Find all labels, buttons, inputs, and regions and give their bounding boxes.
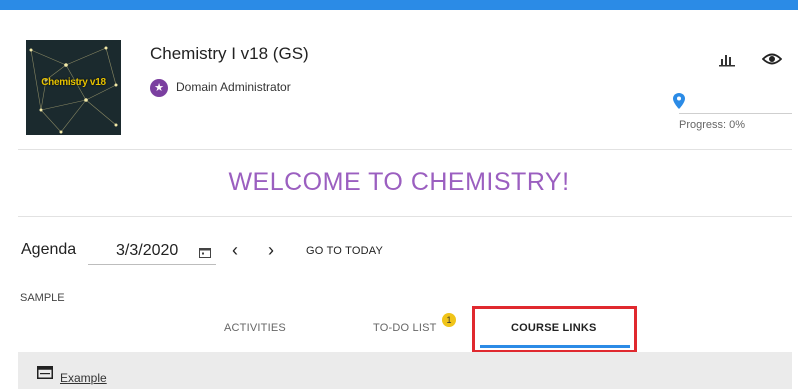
star-icon: ★ <box>150 79 168 97</box>
course-thumbnail: Chemistry v18 <box>26 40 121 135</box>
example-link[interactable]: Example <box>60 371 107 385</box>
agenda-date-field[interactable]: 3/3/2020 <box>88 240 216 265</box>
welcome-heading: WELCOME TO CHEMISTRY! <box>228 168 570 196</box>
progress-label: Progress: 0% <box>679 119 746 131</box>
welcome-divider <box>18 216 792 217</box>
tab-activities[interactable]: ACTIVITIES <box>224 322 286 334</box>
agenda-label: Agenda <box>21 241 77 258</box>
progress-bar <box>679 113 792 114</box>
tab-todo-list[interactable]: TO-DO LIST <box>373 322 437 334</box>
sample-label: SAMPLE <box>20 292 65 304</box>
location-pin-icon <box>673 93 685 109</box>
calendar-icon[interactable] <box>199 247 211 258</box>
todo-count-badge: 1 <box>442 313 456 327</box>
top-accent-bar <box>0 0 798 10</box>
header-divider <box>18 149 792 150</box>
agenda-date-value: 3/3/2020 <box>116 242 179 259</box>
previous-day-button[interactable]: ‹ <box>232 240 238 261</box>
next-day-button[interactable]: › <box>268 240 274 261</box>
go-to-today-button[interactable]: GO TO TODAY <box>306 245 383 257</box>
course-links-panel <box>18 352 792 389</box>
highlight-annotation-box <box>472 306 637 353</box>
link-window-icon <box>37 366 53 379</box>
stats-icon[interactable] <box>719 53 735 67</box>
thumbnail-text: Chemistry v18 <box>41 77 106 88</box>
role-label: Domain Administrator <box>176 80 291 94</box>
eye-icon[interactable] <box>762 52 782 66</box>
course-title: Chemistry I v18 (GS) <box>150 44 309 63</box>
